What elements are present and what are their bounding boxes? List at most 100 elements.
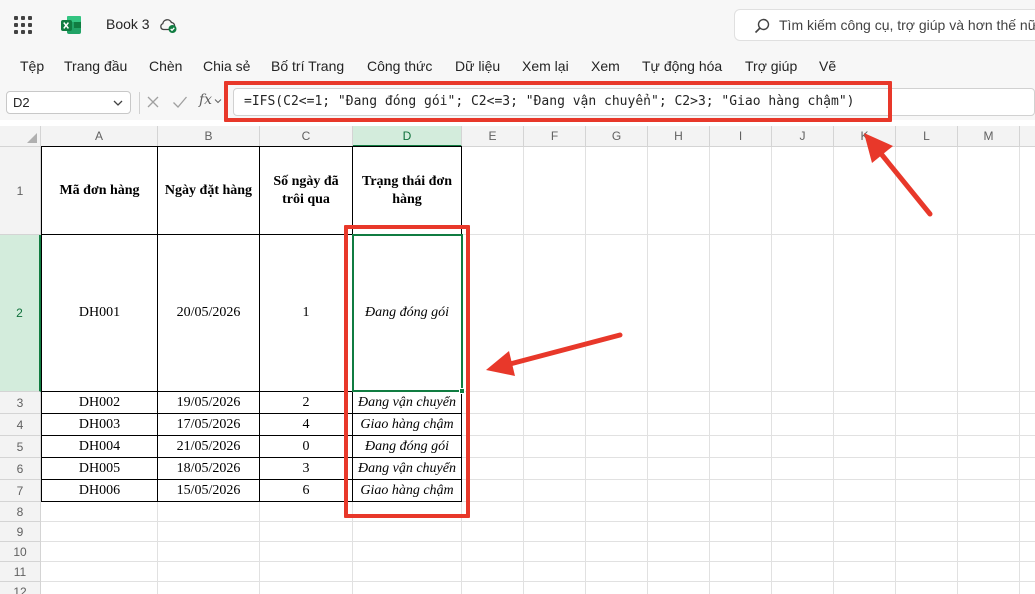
tab-review[interactable]: Xem lại [522,58,569,74]
formula-input[interactable]: =IFS(C2<=1; "Đang đóng gói"; C2<=3; "Đan… [233,88,1035,116]
row-header-8[interactable]: 8 [0,502,41,522]
name-box[interactable]: D2 [6,91,131,114]
gridline [709,147,710,594]
gridline [771,147,772,594]
row-header-4[interactable]: 4 [0,414,41,436]
cell-d5[interactable]: Đang đóng gói [353,436,462,458]
gridline [41,541,1035,542]
cell-b3[interactable]: 19/05/2026 [158,392,260,414]
select-all-button[interactable] [0,126,41,147]
gridline [259,501,260,594]
row-header-1[interactable]: 1 [0,147,41,235]
cell-d1[interactable]: Trạng thái đơn hàng [353,146,462,235]
tab-file[interactable]: Tệp [20,58,44,74]
cell-d7[interactable]: Giao hàng chậm [353,480,462,502]
tab-share[interactable]: Chia sẻ [203,58,250,74]
gridline [41,561,1035,562]
ribbon-tabs: Tệp Trang đầu Chèn Chia sẻ Bố trí Trang … [0,50,1035,82]
chevron-down-icon[interactable] [214,97,222,105]
cell-a2[interactable]: DH001 [41,235,158,392]
tab-help[interactable]: Trợ giúp [745,58,797,74]
tab-draw[interactable]: Vẽ [819,58,836,74]
column-header-m[interactable]: M [958,126,1020,147]
tab-view[interactable]: Xem [591,58,620,74]
cell-c6[interactable]: 3 [260,458,353,480]
cell-a7[interactable]: DH006 [41,480,158,502]
insert-function-button[interactable]: fx [199,92,212,108]
column-header-j[interactable]: J [772,126,834,147]
gridline [833,147,834,594]
cell-d6[interactable]: Đang vận chuyển [353,458,462,480]
gridline [585,147,586,594]
tab-page-layout[interactable]: Bố trí Trang [271,58,344,74]
excel-logo-icon [61,16,81,34]
column-header-k[interactable]: K [834,126,896,147]
document-title[interactable]: Book 3 [106,16,150,32]
column-header-g[interactable]: G [586,126,648,147]
search-icon [754,18,770,34]
gridline [41,581,1035,582]
cell-d4[interactable]: Giao hàng chậm [353,414,462,436]
title-bar: Book 3 Tìm kiếm công cụ, trợ giúp và hơn… [0,0,1035,50]
fill-handle[interactable] [459,388,465,394]
cell-b4[interactable]: 17/05/2026 [158,414,260,436]
cell-c1[interactable]: Số ngày đã trôi qua [260,146,353,235]
gridline [957,147,958,594]
tab-formulas[interactable]: Công thức [367,58,432,74]
row-header-3[interactable]: 3 [0,392,41,414]
tab-insert[interactable]: Chèn [149,58,182,74]
gridline [523,147,524,594]
cell-b1[interactable]: Ngày đặt hàng [158,146,260,235]
column-header-n[interactable] [1020,126,1035,147]
row-header-9[interactable]: 9 [0,522,41,542]
search-box[interactable]: Tìm kiếm công cụ, trợ giúp và hơn thế nữ… [734,9,1035,41]
cell-a6[interactable]: DH005 [41,458,158,480]
cell-a1[interactable]: Mã đơn hàng [41,146,158,235]
cell-c2[interactable]: 1 [260,235,353,392]
row-header-10[interactable]: 10 [0,542,41,562]
worksheet-grid[interactable]: A B C D E F G H I J K L M 1 2 3 4 5 6 7 … [0,126,1035,594]
cell-b6[interactable]: 18/05/2026 [158,458,260,480]
cell-a3[interactable]: DH002 [41,392,158,414]
row-header-6[interactable]: 6 [0,458,41,480]
cell-b7[interactable]: 15/05/2026 [158,480,260,502]
row-header-12[interactable]: 12 [0,582,41,594]
column-header-c[interactable]: C [260,126,353,147]
cell-c5[interactable]: 0 [260,436,353,458]
cell-d3[interactable]: Đang vận chuyển [353,392,462,414]
gridline [895,147,896,594]
row-header-7[interactable]: 7 [0,480,41,502]
column-header-a[interactable]: A [41,126,158,147]
cell-c4[interactable]: 4 [260,414,353,436]
row-header-11[interactable]: 11 [0,562,41,582]
column-header-b[interactable]: B [158,126,260,147]
column-header-f[interactable]: F [524,126,586,147]
cloud-saved-icon[interactable] [158,15,178,35]
app-launcher-icon[interactable] [14,16,32,34]
formula-bar: D2 fx =IFS(C2<=1; "Đang đóng gói"; C2<=3… [0,82,1035,120]
check-icon[interactable] [172,95,188,109]
cell-d2[interactable]: Đang đóng gói [353,235,462,392]
column-header-h[interactable]: H [648,126,710,147]
tab-home[interactable]: Trang đầu [64,58,127,74]
row-header-5[interactable]: 5 [0,436,41,458]
column-header-l[interactable]: L [896,126,958,147]
gridline [647,147,648,594]
cell-c7[interactable]: 6 [260,480,353,502]
cell-a5[interactable]: DH004 [41,436,158,458]
cell-c3[interactable]: 2 [260,392,353,414]
cell-a4[interactable]: DH003 [41,414,158,436]
column-header-d[interactable]: D [353,126,462,147]
tab-automate[interactable]: Tự động hóa [642,58,722,74]
row-header-2[interactable]: 2 [0,235,41,392]
column-header-e[interactable]: E [462,126,524,147]
formula-text: =IFS(C2<=1; "Đang đóng gói"; C2<=3; "Đan… [244,94,855,109]
search-placeholder: Tìm kiếm công cụ, trợ giúp và hơn thế nữ… [779,17,1035,33]
formula-bar-divider [139,92,140,114]
column-header-i[interactable]: I [710,126,772,147]
cell-b2[interactable]: 20/05/2026 [158,235,260,392]
cancel-icon[interactable] [146,95,160,109]
chevron-down-icon[interactable] [112,97,124,109]
tab-data[interactable]: Dữ liệu [455,58,500,74]
cell-b5[interactable]: 21/05/2026 [158,436,260,458]
